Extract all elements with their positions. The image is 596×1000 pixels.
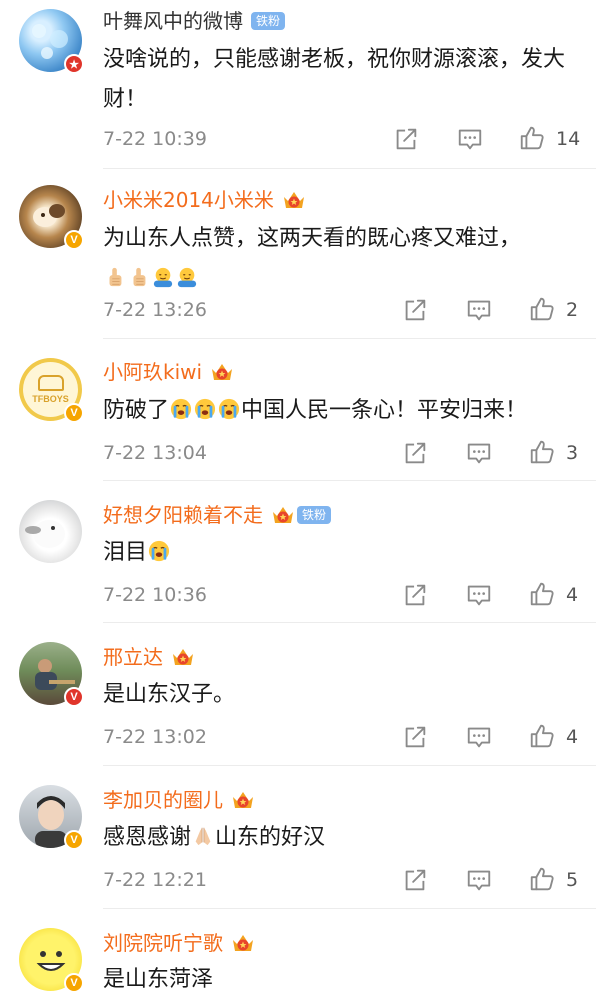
divider	[103, 622, 596, 623]
username[interactable]: 刘院院听宁歌	[103, 928, 223, 958]
comment-text-line: 为山东人点赞，这两天看的既心疼又难过，	[103, 226, 522, 251]
thumbs-up-icon[interactable]	[527, 437, 557, 467]
username[interactable]: 小米米2014小米米	[103, 185, 274, 215]
avatar[interactable]: ★	[19, 9, 84, 74]
thumbs-up-icon[interactable]	[517, 123, 547, 153]
divider	[103, 338, 596, 339]
like-count: 4	[566, 726, 579, 748]
crying-emoji-icon	[218, 398, 240, 420]
comment-time: 7-22 13:04	[103, 442, 207, 464]
comment-text-after: 中国人民一条心！平安归来！	[241, 398, 528, 423]
hug-emoji-icon	[152, 266, 174, 288]
username[interactable]: 叶舞风中的微博	[103, 6, 243, 36]
pray-emoji-icon	[192, 825, 214, 847]
like-count: 2	[566, 299, 579, 321]
username[interactable]: 好想夕阳赖着不走	[103, 500, 263, 530]
thumbs-up-icon[interactable]	[527, 294, 557, 324]
fan-badge: 铁粉	[251, 12, 286, 30]
comment-time: 7-22 13:02	[103, 726, 207, 748]
comment-icon[interactable]	[464, 722, 494, 752]
share-icon[interactable]	[391, 124, 421, 154]
thumbs-up-icon[interactable]	[527, 721, 557, 751]
comment-text-before: 感恩感谢	[103, 825, 192, 850]
comment-time: 7-22 12:21	[103, 869, 207, 891]
comment-text: 泪目	[103, 533, 573, 573]
comment-time: 7-22 10:36	[103, 584, 207, 606]
divider	[103, 480, 596, 481]
username[interactable]: 小阿玖kiwi	[103, 357, 202, 387]
comment-icon[interactable]	[464, 580, 494, 610]
avatar-label: TFBOYS	[32, 394, 69, 404]
share-icon[interactable]	[400, 295, 430, 325]
comment-feed: { "colors": { "name_orange": "#f36c1c", …	[0, 0, 596, 1000]
verified-v-icon: V	[64, 403, 84, 423]
share-icon[interactable]	[400, 722, 430, 752]
like-count: 4	[566, 584, 579, 606]
comment-text: 是山东菏泽	[103, 967, 214, 992]
divider	[103, 765, 596, 766]
avatar[interactable]: TFBOYS V	[19, 358, 84, 423]
comment-time: 7-22 13:26	[103, 299, 207, 321]
member-crown-icon	[231, 931, 255, 955]
username[interactable]: 李加贝的圈儿	[103, 785, 223, 815]
verified-red-icon: ★	[64, 54, 84, 74]
avatar[interactable]	[19, 500, 82, 563]
comment-icon[interactable]	[464, 438, 494, 468]
comment-text-after: 山东的好汉	[215, 825, 326, 850]
comment-icon[interactable]	[464, 295, 494, 325]
verified-v-icon: V	[64, 230, 84, 250]
verified-v-icon: V	[64, 973, 84, 993]
comment-text: 是山东汉子。	[103, 682, 236, 707]
comment-text: 防破了 中国人民一条心！平安归来！	[103, 391, 573, 431]
crying-emoji-icon	[194, 398, 216, 420]
share-icon[interactable]	[400, 438, 430, 468]
avatar[interactable]: V	[19, 785, 84, 850]
avatar[interactable]: V	[19, 185, 84, 250]
hug-emoji-icon	[176, 266, 198, 288]
comment-text-line: 泪目	[103, 540, 148, 565]
comment-text: 感恩感谢 山东的好汉	[103, 818, 573, 858]
member-crown-icon	[231, 788, 255, 812]
comment-text: 没啥说的，只能感谢老板，祝你财源滚滚，发大财！	[103, 47, 566, 112]
member-crown-icon	[282, 188, 306, 212]
like-count: 14	[556, 128, 581, 150]
avatar[interactable]: V	[19, 928, 84, 993]
verified-v-icon: V	[64, 830, 84, 850]
member-crown-icon	[271, 503, 295, 527]
crying-emoji-icon	[170, 398, 192, 420]
comment-icon[interactable]	[464, 865, 494, 895]
thumbs-up-icon[interactable]	[527, 864, 557, 894]
share-icon[interactable]	[400, 865, 430, 895]
fan-badge: 铁粉	[297, 506, 332, 524]
member-crown-icon	[210, 360, 234, 384]
thumbs-up-emoji-icon	[104, 266, 126, 288]
crying-emoji-icon	[148, 540, 170, 562]
thumbs-up-icon[interactable]	[527, 579, 557, 609]
like-count: 3	[566, 442, 579, 464]
comment-icon[interactable]	[455, 124, 485, 154]
thumbs-up-emoji-icon	[128, 266, 150, 288]
comment-text: 为山东人点赞，这两天看的既心疼又难过，	[103, 219, 573, 299]
like-count: 5	[566, 869, 579, 891]
username[interactable]: 邢立达	[103, 642, 163, 672]
member-crown-icon	[171, 645, 195, 669]
comment-text-before: 防破了	[103, 398, 170, 423]
comment-time: 7-22 10:39	[103, 128, 207, 150]
divider	[103, 168, 596, 169]
divider	[103, 908, 596, 909]
share-icon[interactable]	[400, 580, 430, 610]
verified-red-icon: V	[64, 687, 84, 707]
avatar[interactable]: V	[19, 642, 84, 707]
